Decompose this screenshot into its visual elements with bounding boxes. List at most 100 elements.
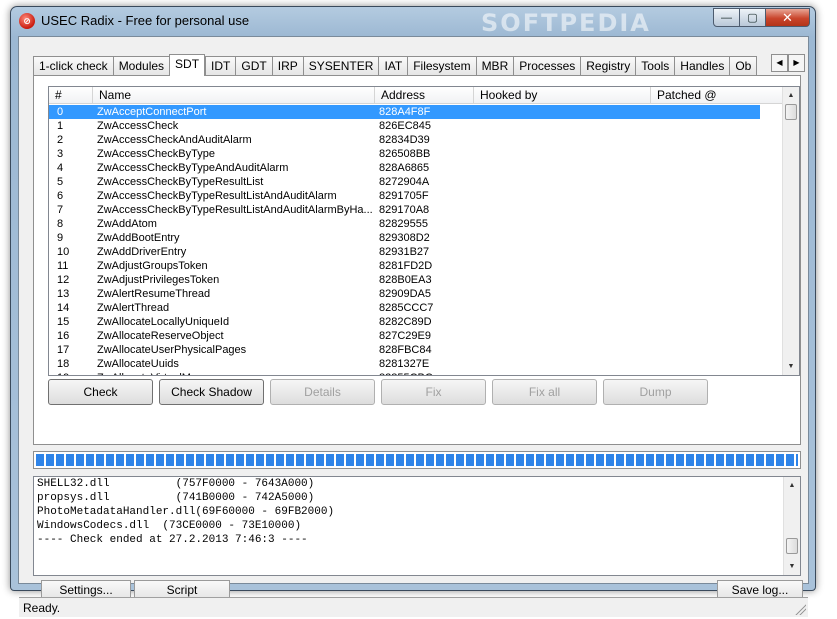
tab-sdt[interactable]: SDT (169, 54, 206, 76)
status-bar: Ready. (19, 597, 808, 617)
window-controls: — ▢ ✕ (713, 8, 810, 27)
log-scroll-up-icon[interactable]: ▲ (784, 477, 800, 494)
table-row[interactable]: 1 ZwAccessCheck 826EC845 (49, 119, 784, 133)
cell-name: ZwAddAtom (97, 218, 157, 230)
column-patched-at[interactable]: Patched @ (651, 87, 784, 104)
table-row[interactable]: 10 ZwAddDriverEntry 82931B27 (49, 245, 784, 259)
cell-num: 10 (57, 246, 70, 258)
maximize-button[interactable]: ▢ (740, 8, 766, 27)
cell-address: 82909DA5 (379, 288, 431, 300)
table-row[interactable]: 4 ZwAccessCheckByTypeAndAuditAlarm 828A686… (49, 161, 784, 175)
cell-name: ZwAccessCheckAndAuditAlarm (97, 134, 252, 146)
cell-name: ZwAllocateReserveObject (97, 330, 224, 342)
cell-name: ZwAllocateUserPhysicalPages (97, 344, 247, 356)
log-scrollbar[interactable]: ▲ ▼ (783, 477, 800, 575)
tab-handles[interactable]: Handles (674, 56, 730, 76)
tab-ob[interactable]: Ob (729, 56, 758, 76)
cell-name: ZwAlertResumeThread (97, 288, 211, 300)
cell-address: 826EC845 (379, 120, 431, 132)
cell-address: 8291705F (379, 190, 429, 202)
cell-name: ZwAccessCheckByTypeResultList (97, 176, 264, 188)
sdt-panel: # Name Address Hooked by Patched @ 0 ZwAc… (33, 75, 801, 445)
resize-grip-icon[interactable] (794, 603, 806, 615)
table-row[interactable]: 0 ZwAcceptConnectPort 828A4F8F (49, 105, 760, 119)
check-button[interactable]: Check (48, 379, 153, 405)
tab-filesystem[interactable]: Filesystem (407, 56, 476, 76)
table-row[interactable]: 15 ZwAllocateLocallyUniqueId 8282C89D (49, 315, 784, 329)
fix-all-button[interactable]: Fix all (492, 379, 597, 405)
log-scroll-down-icon[interactable]: ▼ (784, 558, 800, 575)
table-row[interactable]: 6 ZwAccessCheckByTypeResultListAndAuditAl… (49, 189, 784, 203)
log-output[interactable]: SHELL32.dll (757F0000 - 7643A000) propsy… (33, 476, 801, 576)
table-row[interactable]: 7 ZwAccessCheckByTypeResultListAndAuditAl… (49, 203, 784, 217)
check-shadow-button[interactable]: Check Shadow (159, 379, 264, 405)
column-address[interactable]: Address (375, 87, 474, 104)
cell-num: 2 (57, 134, 64, 146)
scroll-down-icon[interactable]: ▼ (783, 358, 799, 375)
details-button[interactable]: Details (270, 379, 375, 405)
log-scroll-thumb[interactable] (786, 538, 798, 554)
list-body: 0 ZwAcceptConnectPort 828A4F8F 1 ZwAccessChe… (49, 105, 784, 375)
title-bar[interactable]: ⊘ USEC Radix - Free for personal use SOF… (11, 7, 815, 37)
cell-num: 18 (57, 358, 70, 370)
cell-num: 19 (49, 371, 93, 375)
table-row[interactable]: 12 ZwAdjustPrivilegesToken 828B0EA3 (49, 273, 784, 287)
sdt-list[interactable]: # Name Address Hooked by Patched @ 0 ZwAc… (48, 86, 800, 376)
table-row[interactable]: 3 ZwAccessCheckByType 826508BB (49, 147, 784, 161)
column-name[interactable]: Name (93, 87, 375, 104)
tab-sysenter[interactable]: SYSENTER (302, 56, 379, 76)
column-number[interactable]: # (49, 87, 93, 104)
table-row[interactable]: 11 ZwAdjustGroupsToken 8281FD2D (49, 259, 784, 273)
cell-name: ZwAccessCheckByType (97, 148, 215, 160)
cell-name: ZwAlertThread (97, 302, 170, 314)
table-row[interactable]: 19ZwAllocateVirtualMemory82855CBC (49, 371, 784, 375)
cell-num: 15 (57, 316, 70, 328)
tab-scroll-right-icon[interactable]: ▶ (788, 54, 805, 72)
table-row[interactable]: 9 ZwAddBootEntry 829308D2 (49, 231, 784, 245)
tab-idt[interactable]: IDT (205, 56, 236, 76)
table-row[interactable]: 14 ZwAlertThread 8285CCC7 (49, 301, 784, 315)
cell-num: 14 (57, 302, 70, 314)
table-row[interactable]: 5 ZwAccessCheckByTypeResultList 8272904A (49, 175, 784, 189)
tab-mbr[interactable]: MBR (475, 56, 514, 76)
cell-address: 8272904A (379, 176, 430, 188)
cell-address: 828A6865 (379, 162, 430, 174)
dump-button[interactable]: Dump (603, 379, 708, 405)
column-hooked-by[interactable]: Hooked by (474, 87, 651, 104)
close-button[interactable]: ✕ (766, 8, 810, 27)
cell-address: 82931B27 (379, 246, 430, 258)
scroll-thumb[interactable] (785, 104, 797, 120)
cell-address: 828A4F8F (379, 106, 431, 118)
cell-name: ZwAdjustGroupsToken (97, 260, 208, 272)
log-line: ---- Check ended at 27.2.2013 7:46:3 ---… (37, 534, 308, 546)
table-row[interactable]: 17 ZwAllocateUserPhysicalPages 828FBC84 (49, 343, 784, 357)
tab-irp[interactable]: IRP (271, 56, 303, 76)
tab-gdt[interactable]: GDT (235, 56, 272, 76)
cell-name: ZwAcceptConnectPort (97, 106, 207, 118)
tab-tools[interactable]: Tools (635, 56, 675, 76)
table-row[interactable]: 18 ZwAllocateUuids 8281327E (49, 357, 784, 371)
tab-modules[interactable]: Modules (112, 56, 170, 76)
minimize-button[interactable]: — (713, 8, 740, 27)
cell-name: ZwAllocateLocallyUniqueId (97, 316, 230, 328)
tab-processes[interactable]: Processes (513, 56, 581, 76)
list-header: # Name Address Hooked by Patched @ (49, 87, 784, 104)
tab-registry[interactable]: Registry (580, 56, 636, 76)
table-row[interactable]: 16 ZwAllocateReserveObject 827C29E9 (49, 329, 784, 343)
fix-button[interactable]: Fix (381, 379, 486, 405)
tab-scroll-left-icon[interactable]: ◀ (771, 54, 788, 72)
tab-iat[interactable]: IAT (378, 56, 408, 76)
cell-address: 8281327E (379, 358, 430, 370)
list-scrollbar[interactable]: ▲ ▼ (782, 87, 799, 375)
table-row[interactable]: 8 ZwAddAtom 82829555 (49, 217, 784, 231)
cell-num: 12 (57, 274, 70, 286)
scroll-up-icon[interactable]: ▲ (783, 87, 799, 104)
tab-scroller: ◀ ▶ (771, 54, 805, 72)
tab-1-click-check[interactable]: 1-click check (33, 56, 113, 76)
cell-name: ZwAccessCheckByTypeResultListAndAuditAla… (97, 204, 373, 216)
table-row[interactable]: 2 ZwAccessCheckAndAuditAlarm 82834D39 (49, 133, 784, 147)
cell-num: 4 (57, 162, 64, 174)
cell-num: 11 (57, 260, 69, 272)
table-row[interactable]: 13 ZwAlertResumeThread 82909DA5 (49, 287, 784, 301)
tab-strip: 1-click check Modules SDT IDT GDT IRP SY… (33, 54, 758, 76)
